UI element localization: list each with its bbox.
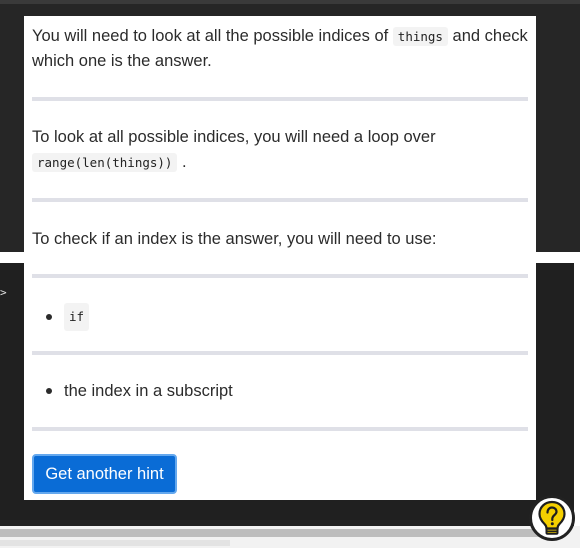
hint-toggle-button[interactable] <box>529 495 575 541</box>
hint-divider <box>32 274 528 278</box>
bullet-icon <box>46 314 52 320</box>
lightbulb-question-icon <box>538 500 566 535</box>
hint-1-text-before: You will need to look at all the possibl… <box>32 27 393 45</box>
terminal-prompt: > <box>0 286 7 299</box>
hint-2-text-before: To look at all possible indices, you wil… <box>32 128 436 146</box>
hint-2-text-after: . <box>177 153 187 171</box>
get-another-hint-button[interactable]: Get another hint <box>32 454 177 494</box>
hint-divider <box>32 427 528 431</box>
hint-bullet-item: the index in a subscript <box>46 379 233 403</box>
hint-3: To check if an index is the answer, you … <box>32 230 437 248</box>
hint-divider <box>32 351 528 355</box>
scrollbar-thumb[interactable] <box>0 529 560 537</box>
hint-1-code: things <box>392 27 448 46</box>
hint-divider <box>32 198 528 202</box>
pane-edge <box>574 252 580 526</box>
hint-2: To look at all possible indices, you wil… <box>32 125 532 175</box>
bullet-text: the index in a subscript <box>64 382 233 400</box>
hint-1: You will need to look at all the possibl… <box>32 24 532 74</box>
hint-bullet-item: if <box>46 303 90 331</box>
hint-panel: You will need to look at all the possibl… <box>24 16 536 500</box>
bullet-icon <box>46 388 52 394</box>
hint-2-code: range(len(things)) <box>32 153 178 172</box>
hint-divider <box>32 97 528 101</box>
bullet-code: if <box>64 303 90 331</box>
scrollbar-shadow <box>0 540 230 546</box>
editor-top-border <box>0 0 580 4</box>
